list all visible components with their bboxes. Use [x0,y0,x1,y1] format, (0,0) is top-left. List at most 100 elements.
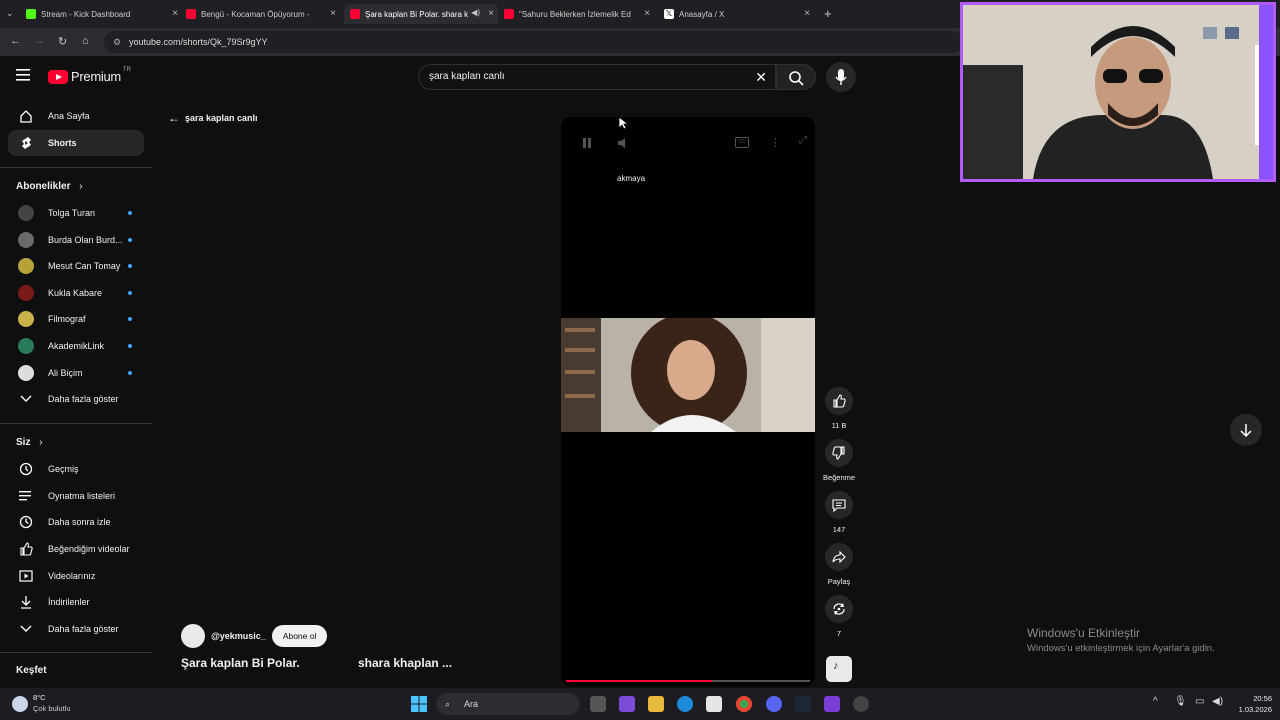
tab-bengu[interactable]: Bengü - Kocaman Öpüyorum - × [186,4,340,24]
speaker-icon[interactable]: ◀) [471,8,480,17]
remix-button[interactable] [825,595,853,623]
sidebar-sub-akademiklink[interactable]: AkademikLink [8,333,144,359]
taskbar-search-input[interactable]: ⌕ Ara [436,693,580,715]
clear-search-icon[interactable]: ✕ [755,65,767,89]
volume-icon[interactable]: ◀) [1212,696,1223,707]
more-vert-icon[interactable]: ⋮ [770,136,781,149]
share-button[interactable] [825,543,853,571]
youtube-premium-logo[interactable]: Premium TR [48,67,131,84]
sidebar-item-history[interactable]: Geçmiş [8,456,144,482]
like-icon [12,542,40,556]
sidebar-sub-burda-olan[interactable]: Burda Olan Burd... [8,227,144,253]
tab-label: Stream - Kick Dashboard [41,9,131,19]
tab-x[interactable]: 𝕏 Anasayfa / X × [664,4,814,24]
you-header[interactable]: Siz › [16,437,43,448]
subscribe-button[interactable]: Abone ol [271,625,328,647]
weather-temp: 8°C [33,693,46,702]
sidebar-item-your-videos[interactable]: Videolarınız [8,563,144,589]
short-title[interactable]: Şara kaplan Bi Polar. [181,656,300,670]
app-icon[interactable] [824,696,840,712]
tab-sahur[interactable]: "Sahuru Beklerken İzlemelik Ed × [504,4,654,24]
sidebar-item-home[interactable]: Ana Sayfa [8,103,144,129]
weather-icon[interactable] [12,696,28,712]
voice-search-button[interactable] [826,62,856,92]
sound-thumbnail[interactable]: ♪ [826,656,852,682]
sidebar-item-label: Filmograf [48,314,86,324]
windows-start-icon[interactable] [411,696,427,712]
streamer-webcam [963,5,1273,179]
sidebar-sub-ali-bicim[interactable]: Ali Biçim [8,360,144,386]
sidebar-item-playlists[interactable]: Oynatma listeleri [8,483,144,509]
shorts-player[interactable]: CC ⋮ ⤢ akmaya [561,117,815,686]
x-favicon: 𝕏 [664,9,674,19]
subscriptions-header[interactable]: Abonelikler › [16,181,83,192]
mic-icon[interactable]: 🎙 [1174,696,1187,707]
next-short-button[interactable] [1230,414,1262,446]
obs-icon[interactable] [853,696,869,712]
close-icon[interactable]: × [804,8,810,19]
you-title: Siz [16,437,31,448]
dislike-button[interactable] [825,439,853,467]
file-explorer-icon[interactable] [648,696,664,712]
captions-icon[interactable]: CC [735,137,749,148]
search-input[interactable]: şara kaplan canlı ✕ [418,64,776,90]
menu-icon[interactable] [16,69,30,81]
tab-list-icon[interactable]: ⌄ [6,8,14,19]
network-icon[interactable]: ▭ [1195,696,1204,707]
discord-icon[interactable] [766,696,782,712]
back-icon[interactable]: ← [10,35,21,47]
sidebar-sub-tolga-turan[interactable]: Tolga Turan [8,200,144,226]
sidebar-item-liked-videos[interactable]: Beğendiğim videolar [8,536,144,562]
sidebar-subs-show-more[interactable]: Daha fazla göster [8,386,144,412]
url-text: youtube.com/shorts/Qk_79Sr9gYY [129,37,268,47]
new-content-dot [128,238,132,242]
home-icon[interactable]: ⌂ [82,35,89,47]
channel-avatar[interactable] [181,624,205,648]
progress-track[interactable] [566,680,810,682]
channel-name[interactable]: @yekmusic_ [211,631,266,641]
sidebar-sub-filmograf[interactable]: Filmograf [8,306,144,332]
url-field[interactable]: ⚙ youtube.com/shorts/Qk_79Sr9gYY [104,31,964,53]
youtube-favicon [186,9,196,19]
new-tab-icon[interactable]: + [824,6,832,21]
store-icon[interactable] [706,696,722,712]
search-icon [789,71,804,86]
new-content-dot [128,371,132,375]
sidebar-item-watch-later[interactable]: Daha sonra izle [8,509,144,535]
pause-icon[interactable] [581,137,593,149]
close-icon[interactable]: × [644,8,650,19]
search-button[interactable] [776,64,816,90]
comments-button[interactable] [825,491,853,519]
fullscreen-icon[interactable]: ⤢ [799,135,807,146]
steam-icon[interactable] [795,696,811,712]
clock-time[interactable]: 20:56 [1232,694,1272,703]
video-icon [12,570,40,582]
volume-icon[interactable] [617,137,631,149]
site-info-icon[interactable]: ⚙ [113,31,121,53]
sidebar-item-shorts[interactable]: Shorts [8,130,144,156]
clock-date[interactable]: 1.03.2026 [1226,705,1272,714]
sidebar-you-show-more[interactable]: Daha fazla göster [8,616,144,642]
edge-icon[interactable] [677,696,693,712]
close-icon[interactable]: × [330,8,336,19]
sidebar-sub-mesut-can-tomay[interactable]: Mesut Can Tomay [8,253,144,279]
shorts-back-link[interactable]: ← şara kaplan canlı [168,111,258,125]
short-title-continued[interactable]: shara khaplan ... [358,656,452,670]
like-button[interactable] [825,387,853,415]
sidebar-item-downloads[interactable]: İndirilenler [8,589,144,615]
task-view-icon[interactable] [590,696,606,712]
forward-icon[interactable]: → [34,35,45,47]
chrome-icon[interactable] [736,696,752,712]
sidebar-item-label: Kukla Kabare [48,288,103,298]
download-icon [12,595,40,609]
tray-chevron-icon[interactable]: ^ [1153,696,1158,707]
close-icon[interactable]: × [172,8,178,19]
reload-icon[interactable]: ↻ [58,35,67,48]
app-icon[interactable] [619,696,635,712]
tab-kick[interactable]: Stream - Kick Dashboard × [26,4,182,24]
sidebar-item-label: Ali Biçim [48,368,83,378]
tab-sara-kaplan[interactable]: Şara kaplan Bi Polar. shara k ◀) × [344,4,498,24]
close-icon[interactable]: × [488,8,494,19]
activation-watermark-title: Windows'u Etkinleştir [1027,626,1140,640]
sidebar-sub-kukla-kabare[interactable]: Kukla Kabare [8,280,144,306]
